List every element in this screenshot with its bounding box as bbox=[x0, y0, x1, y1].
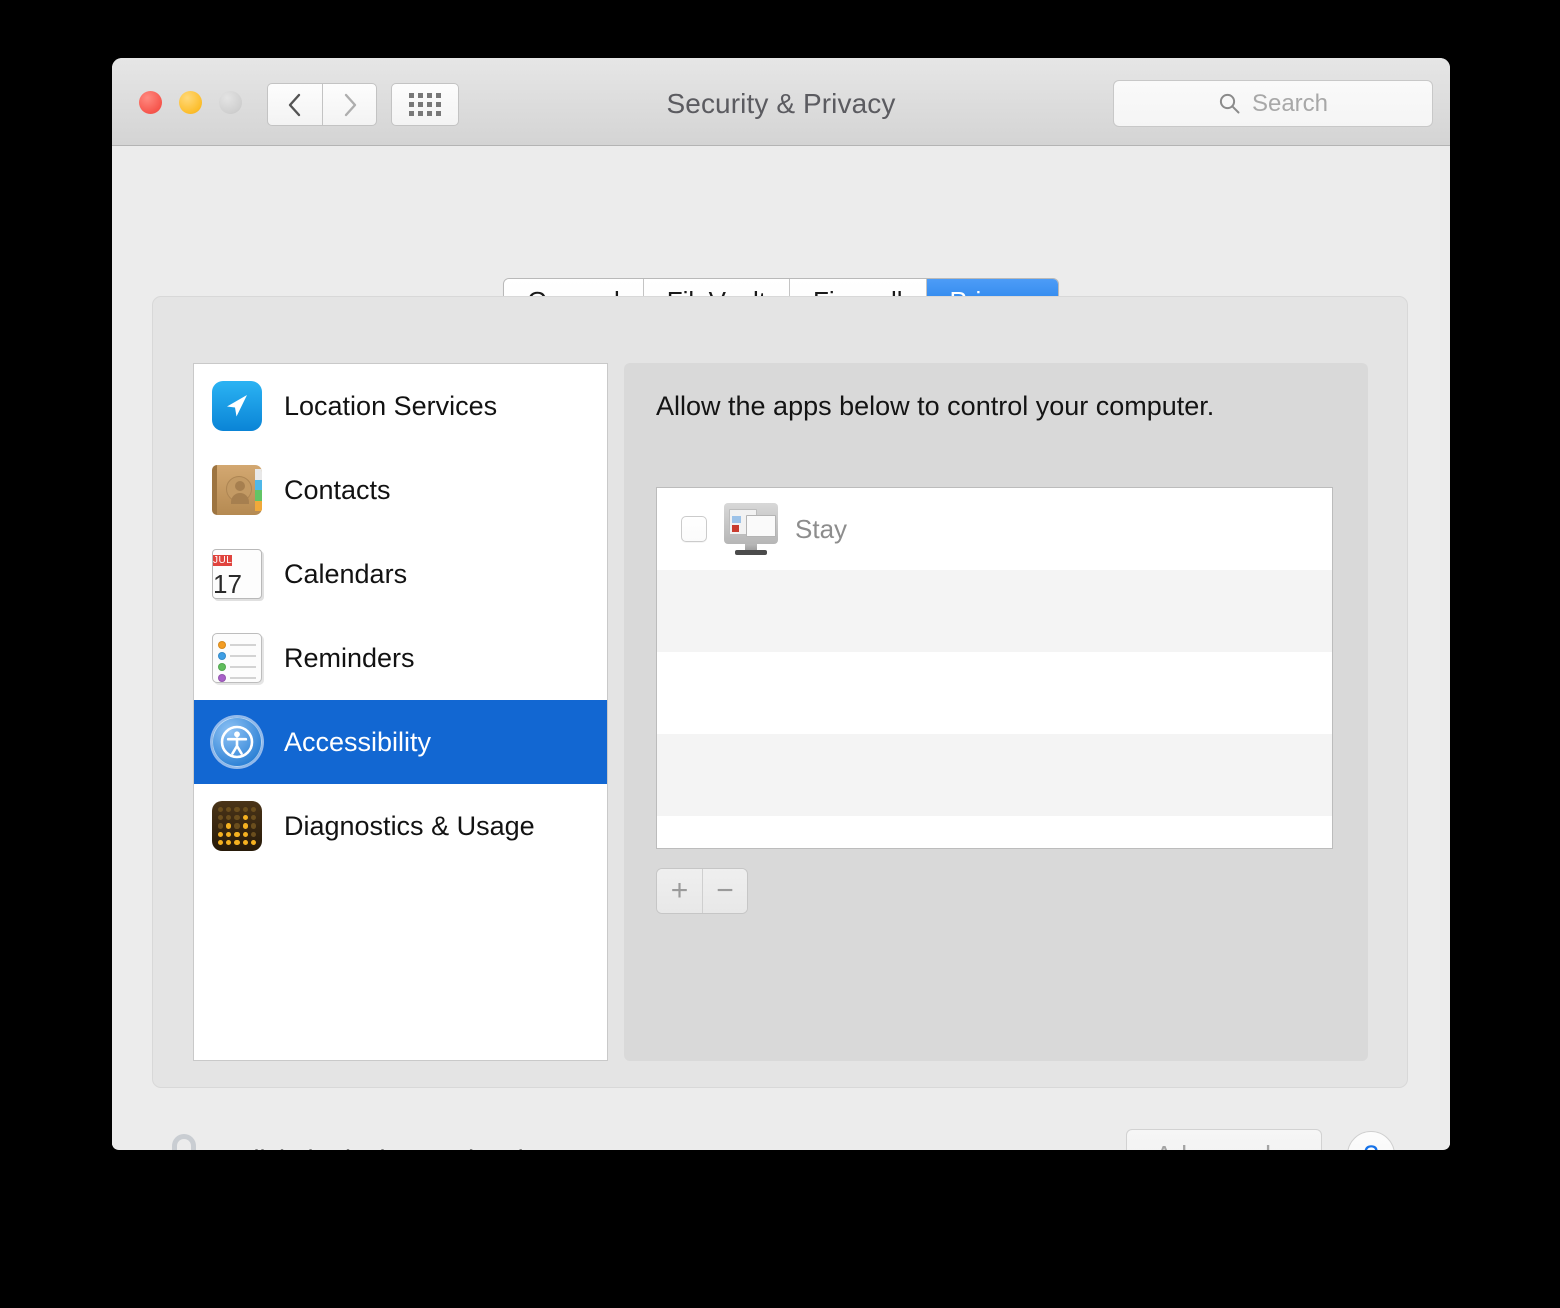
app-list-empty-row bbox=[657, 570, 1332, 652]
stay-app-icon bbox=[724, 503, 778, 555]
app-enable-checkbox[interactable] bbox=[681, 516, 707, 542]
help-button[interactable]: ? bbox=[1347, 1131, 1395, 1150]
sidebar-item-location-services[interactable]: Location Services bbox=[194, 364, 607, 448]
privacy-content-panel: Location Services Contacts bbox=[152, 296, 1408, 1088]
sidebar-item-calendars[interactable]: JUL 17 Calendars bbox=[194, 532, 607, 616]
window-titlebar: Security & Privacy Search bbox=[112, 58, 1450, 146]
sidebar-item-label: Calendars bbox=[284, 559, 407, 590]
search-placeholder: Search bbox=[1252, 90, 1328, 118]
advanced-button[interactable]: Advanced... bbox=[1126, 1129, 1322, 1150]
add-remove-button-group: + − bbox=[656, 868, 748, 914]
privacy-category-list[interactable]: Location Services Contacts bbox=[193, 363, 608, 1061]
sidebar-item-label: Reminders bbox=[284, 643, 415, 674]
sidebar-item-reminders[interactable]: Reminders bbox=[194, 616, 607, 700]
sidebar-item-label: Accessibility bbox=[284, 727, 431, 758]
contacts-icon bbox=[212, 465, 262, 515]
app-list-empty-row bbox=[657, 734, 1332, 816]
sidebar-item-label: Contacts bbox=[284, 475, 391, 506]
sidebar-item-diagnostics-usage[interactable]: Diagnostics & Usage bbox=[194, 784, 607, 868]
reminders-icon bbox=[212, 633, 262, 683]
sidebar-item-label: Diagnostics & Usage bbox=[284, 811, 535, 842]
app-list-empty-row bbox=[657, 652, 1332, 734]
accessibility-icon bbox=[212, 717, 262, 767]
sidebar-item-contacts[interactable]: Contacts bbox=[194, 448, 607, 532]
app-list-empty-row bbox=[657, 816, 1332, 849]
accessibility-detail-pane: Allow the apps below to control your com… bbox=[624, 363, 1368, 1061]
lock-message: Click the lock to make changes. bbox=[234, 1145, 614, 1151]
search-icon bbox=[1218, 92, 1241, 115]
diagnostics-usage-icon bbox=[212, 801, 262, 851]
pane-heading: Allow the apps below to control your com… bbox=[656, 391, 1214, 422]
calendars-icon: JUL 17 bbox=[212, 549, 262, 599]
app-name-label: Stay bbox=[795, 514, 847, 545]
app-list-row[interactable]: Stay bbox=[657, 488, 1332, 570]
allowed-apps-list[interactable]: Stay bbox=[656, 487, 1333, 849]
location-services-icon bbox=[212, 381, 262, 431]
add-app-button[interactable]: + bbox=[657, 869, 702, 913]
search-field[interactable]: Search bbox=[1113, 80, 1433, 127]
sidebar-item-accessibility[interactable]: Accessibility bbox=[194, 700, 607, 784]
remove-app-button[interactable]: − bbox=[702, 869, 747, 913]
locked-padlock-icon[interactable] bbox=[162, 1134, 206, 1150]
calendar-day-label: 17 bbox=[213, 569, 242, 599]
window-body: General FileVault Firewall Privacy Locat… bbox=[112, 146, 1450, 1149]
calendar-month-label: JUL bbox=[213, 555, 232, 566]
sidebar-item-label: Location Services bbox=[284, 391, 497, 422]
system-preferences-window: Security & Privacy Search General FileVa… bbox=[112, 58, 1450, 1150]
lock-row: Click the lock to make changes. bbox=[162, 1134, 614, 1150]
